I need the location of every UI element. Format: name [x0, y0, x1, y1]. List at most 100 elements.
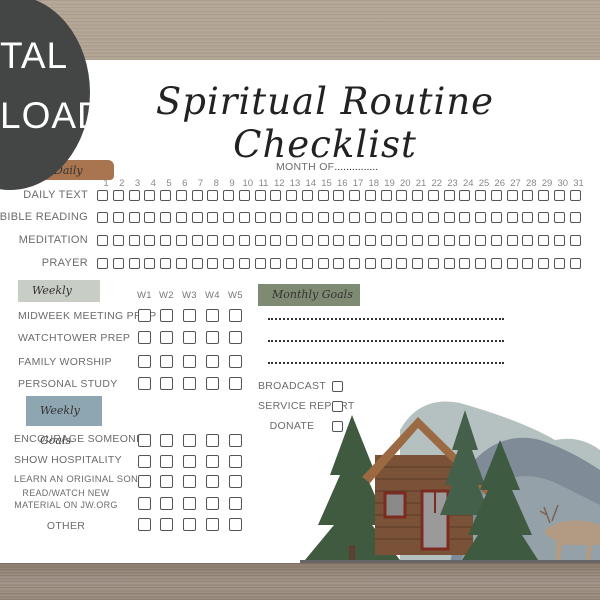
daily-checkbox[interactable] [191, 190, 203, 201]
daily-checkbox[interactable] [522, 235, 534, 246]
daily-checkbox[interactable] [160, 235, 171, 246]
daily-checkbox[interactable] [286, 258, 297, 269]
daily-checkbox[interactable] [128, 212, 140, 223]
daily-checkbox[interactable] [286, 212, 297, 223]
daily-checkbox[interactable] [443, 235, 455, 246]
daily-checkbox[interactable] [286, 235, 297, 246]
monthly-goal-line[interactable] [268, 362, 504, 364]
weekly-goal-checkbox[interactable] [138, 434, 151, 447]
daily-checkbox[interactable] [569, 212, 581, 223]
daily-checkbox[interactable] [207, 258, 219, 269]
weekly-goal-checkbox[interactable] [206, 455, 219, 468]
daily-checkbox[interactable] [490, 190, 502, 201]
daily-checkbox[interactable] [538, 235, 549, 246]
daily-checkbox[interactable] [522, 190, 534, 201]
weekly-checkbox[interactable] [138, 355, 151, 368]
daily-checkbox[interactable] [317, 235, 329, 246]
daily-checkbox[interactable] [301, 212, 313, 223]
daily-checkbox[interactable] [569, 190, 581, 201]
daily-checkbox[interactable] [254, 235, 266, 246]
daily-checkbox[interactable] [569, 258, 581, 269]
daily-checkbox[interactable] [427, 235, 439, 246]
weekly-goal-checkbox[interactable] [160, 518, 173, 531]
weekly-goal-checkbox[interactable] [229, 434, 242, 447]
weekly-goal-checkbox[interactable] [138, 455, 151, 468]
daily-checkbox[interactable] [553, 212, 565, 223]
daily-checkbox[interactable] [286, 190, 297, 201]
daily-checkbox[interactable] [175, 235, 187, 246]
daily-checkbox[interactable] [144, 258, 156, 269]
weekly-checkbox[interactable] [183, 355, 196, 368]
daily-checkbox[interactable] [412, 212, 423, 223]
daily-checkbox[interactable] [396, 212, 408, 223]
daily-checkbox[interactable] [349, 258, 360, 269]
monthly-goal-line[interactable] [268, 318, 504, 320]
daily-checkbox[interactable] [538, 190, 549, 201]
daily-checkbox[interactable] [427, 258, 439, 269]
daily-checkbox[interactable] [112, 212, 124, 223]
daily-checkbox[interactable] [207, 190, 219, 201]
weekly-checkbox[interactable] [183, 377, 196, 390]
daily-checkbox[interactable] [270, 212, 282, 223]
daily-checkbox[interactable] [97, 258, 108, 269]
daily-checkbox[interactable] [380, 212, 392, 223]
daily-checkbox[interactable] [128, 235, 140, 246]
daily-checkbox[interactable] [412, 190, 423, 201]
weekly-checkbox[interactable] [183, 309, 196, 322]
weekly-goal-checkbox[interactable] [138, 475, 151, 488]
monthly-goal-line[interactable] [268, 340, 504, 342]
weekly-goal-checkbox[interactable] [160, 455, 173, 468]
weekly-checkbox[interactable] [160, 309, 173, 322]
daily-checkbox[interactable] [364, 212, 376, 223]
daily-checkbox[interactable] [97, 212, 108, 223]
daily-checkbox[interactable] [522, 212, 534, 223]
weekly-checkbox[interactable] [138, 309, 151, 322]
daily-checkbox[interactable] [490, 258, 502, 269]
weekly-checkbox[interactable] [206, 377, 219, 390]
daily-checkbox[interactable] [412, 258, 423, 269]
daily-checkbox[interactable] [506, 212, 518, 223]
daily-checkbox[interactable] [553, 235, 565, 246]
weekly-goal-checkbox[interactable] [206, 497, 219, 510]
daily-checkbox[interactable] [506, 235, 518, 246]
daily-checkbox[interactable] [443, 258, 455, 269]
daily-checkbox[interactable] [333, 190, 345, 201]
daily-checkbox[interactable] [238, 212, 250, 223]
daily-checkbox[interactable] [427, 212, 439, 223]
daily-checkbox[interactable] [160, 212, 171, 223]
weekly-goal-checkbox[interactable] [138, 497, 151, 510]
daily-checkbox[interactable] [144, 212, 156, 223]
daily-checkbox[interactable] [175, 212, 187, 223]
daily-checkbox[interactable] [364, 258, 376, 269]
daily-checkbox[interactable] [301, 190, 313, 201]
daily-checkbox[interactable] [522, 258, 534, 269]
daily-checkbox[interactable] [349, 235, 360, 246]
daily-checkbox[interactable] [333, 212, 345, 223]
daily-checkbox[interactable] [97, 235, 108, 246]
weekly-goal-checkbox[interactable] [183, 518, 196, 531]
daily-checkbox[interactable] [207, 212, 219, 223]
weekly-checkbox[interactable] [206, 355, 219, 368]
daily-checkbox[interactable] [191, 258, 203, 269]
weekly-goal-checkbox[interactable] [229, 455, 242, 468]
daily-checkbox[interactable] [506, 258, 518, 269]
daily-checkbox[interactable] [364, 235, 376, 246]
daily-checkbox[interactable] [396, 258, 408, 269]
daily-checkbox[interactable] [538, 212, 549, 223]
daily-checkbox[interactable] [191, 235, 203, 246]
weekly-checkbox[interactable] [206, 331, 219, 344]
daily-checkbox[interactable] [254, 212, 266, 223]
weekly-checkbox[interactable] [183, 331, 196, 344]
weekly-checkbox[interactable] [160, 331, 173, 344]
daily-checkbox[interactable] [301, 258, 313, 269]
daily-checkbox[interactable] [333, 258, 345, 269]
daily-checkbox[interactable] [475, 190, 486, 201]
daily-checkbox[interactable] [301, 235, 313, 246]
daily-checkbox[interactable] [475, 258, 486, 269]
daily-checkbox[interactable] [238, 258, 250, 269]
daily-checkbox[interactable] [475, 212, 486, 223]
daily-checkbox[interactable] [223, 190, 234, 201]
weekly-goal-checkbox[interactable] [183, 455, 196, 468]
weekly-goal-checkbox[interactable] [206, 434, 219, 447]
daily-checkbox[interactable] [112, 235, 124, 246]
